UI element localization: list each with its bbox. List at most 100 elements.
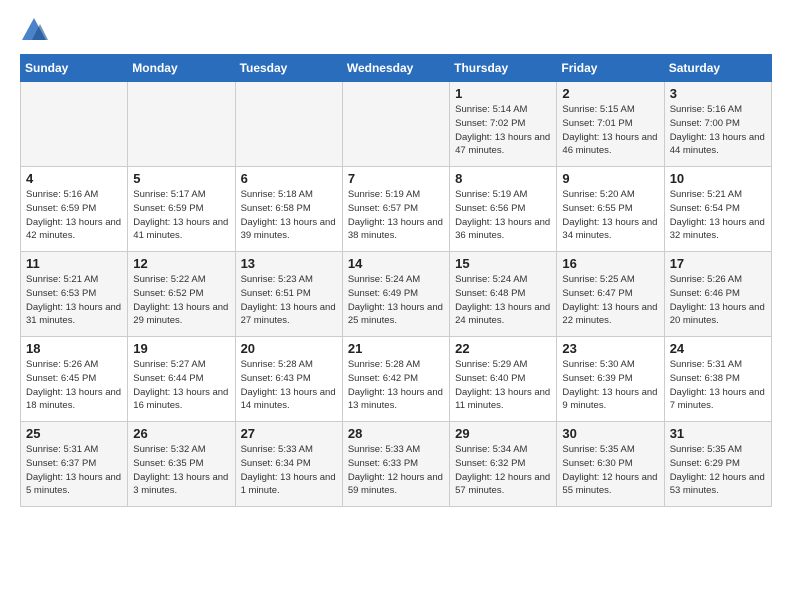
day-info: Sunrise: 5:33 AM Sunset: 6:33 PM Dayligh… [348, 443, 444, 498]
day-info: Sunrise: 5:30 AM Sunset: 6:39 PM Dayligh… [562, 358, 658, 413]
day-number: 30 [562, 426, 658, 441]
day-number: 23 [562, 341, 658, 356]
calendar-cell: 11 Sunrise: 5:21 AM Sunset: 6:53 PM Dayli… [21, 252, 128, 337]
calendar-body: 1 Sunrise: 5:14 AM Sunset: 7:02 PM Daylig… [21, 82, 772, 507]
day-info: Sunrise: 5:19 AM Sunset: 6:56 PM Dayligh… [455, 188, 551, 243]
calendar-cell: 16 Sunrise: 5:25 AM Sunset: 6:47 PM Dayli… [557, 252, 664, 337]
day-info: Sunrise: 5:19 AM Sunset: 6:57 PM Dayligh… [348, 188, 444, 243]
calendar-cell: 13 Sunrise: 5:23 AM Sunset: 6:51 PM Dayli… [235, 252, 342, 337]
day-info: Sunrise: 5:35 AM Sunset: 6:29 PM Dayligh… [670, 443, 766, 498]
calendar-cell: 22Sunrise: 5:29 AM Sunset: 6:40 PM Dayli… [450, 337, 557, 422]
calendar-cell: 18 Sunrise: 5:26 AM Sunset: 6:45 PM Dayli… [21, 337, 128, 422]
day-number: 20 [241, 341, 337, 356]
day-info: Sunrise: 5:23 AM Sunset: 6:51 PM Dayligh… [241, 273, 337, 328]
day-info: Sunrise: 5:28 AM Sunset: 6:43 PM Dayligh… [241, 358, 337, 413]
day-number: 1 [455, 86, 551, 101]
calendar-cell: 10 Sunrise: 5:21 AM Sunset: 6:54 PM Dayli… [664, 167, 771, 252]
day-info: Sunrise: 5:16 AM Sunset: 6:59 PM Dayligh… [26, 188, 122, 243]
day-number: 4 [26, 171, 122, 186]
day-info: Sunrise: 5:16 AM Sunset: 7:00 PM Dayligh… [670, 103, 766, 158]
day-number: 14 [348, 256, 444, 271]
day-info: Sunrise: 5:20 AM Sunset: 6:55 PM Dayligh… [562, 188, 658, 243]
day-info: Sunrise: 5:26 AM Sunset: 6:45 PM Dayligh… [26, 358, 122, 413]
day-info: Sunrise: 5:32 AM Sunset: 6:35 PM Dayligh… [133, 443, 229, 498]
day-number: 12 [133, 256, 229, 271]
day-number: 15 [455, 256, 551, 271]
calendar-cell [21, 82, 128, 167]
week-row-2: 4 Sunrise: 5:16 AM Sunset: 6:59 PM Daylig… [21, 167, 772, 252]
day-info: Sunrise: 5:21 AM Sunset: 6:53 PM Dayligh… [26, 273, 122, 328]
day-number: 3 [670, 86, 766, 101]
day-number: 5 [133, 171, 229, 186]
calendar-cell: 7 Sunrise: 5:19 AM Sunset: 6:57 PM Daylig… [342, 167, 449, 252]
calendar-cell: 29Sunrise: 5:34 AM Sunset: 6:32 PM Dayli… [450, 422, 557, 507]
day-number: 10 [670, 171, 766, 186]
day-number: 6 [241, 171, 337, 186]
day-number: 9 [562, 171, 658, 186]
calendar-cell: 30 Sunrise: 5:35 AM Sunset: 6:30 PM Dayli… [557, 422, 664, 507]
day-info: Sunrise: 5:28 AM Sunset: 6:42 PM Dayligh… [348, 358, 444, 413]
calendar-cell [235, 82, 342, 167]
calendar-cell: 20 Sunrise: 5:28 AM Sunset: 6:43 PM Dayli… [235, 337, 342, 422]
day-number: 29 [455, 426, 551, 441]
logo-icon [20, 16, 48, 44]
column-header-sunday: Sunday [21, 55, 128, 82]
day-info: Sunrise: 5:24 AM Sunset: 6:48 PM Dayligh… [455, 273, 551, 328]
week-row-5: 25 Sunrise: 5:31 AM Sunset: 6:37 PM Dayli… [21, 422, 772, 507]
day-info: Sunrise: 5:17 AM Sunset: 6:59 PM Dayligh… [133, 188, 229, 243]
day-info: Sunrise: 5:27 AM Sunset: 6:44 PM Dayligh… [133, 358, 229, 413]
column-header-monday: Monday [128, 55, 235, 82]
calendar-header: SundayMondayTuesdayWednesdayThursdayFrid… [21, 55, 772, 82]
calendar-cell: 31 Sunrise: 5:35 AM Sunset: 6:29 PM Dayli… [664, 422, 771, 507]
day-info: Sunrise: 5:21 AM Sunset: 6:54 PM Dayligh… [670, 188, 766, 243]
calendar-cell [128, 82, 235, 167]
calendar-cell: 24 Sunrise: 5:31 AM Sunset: 6:38 PM Dayli… [664, 337, 771, 422]
calendar-cell: 1 Sunrise: 5:14 AM Sunset: 7:02 PM Daylig… [450, 82, 557, 167]
day-number: 16 [562, 256, 658, 271]
calendar-cell [342, 82, 449, 167]
calendar-cell: 15 Sunrise: 5:24 AM Sunset: 6:48 PM Dayli… [450, 252, 557, 337]
day-number: 17 [670, 256, 766, 271]
day-info: Sunrise: 5:31 AM Sunset: 6:37 PM Dayligh… [26, 443, 122, 498]
column-header-wednesday: Wednesday [342, 55, 449, 82]
day-number: 11 [26, 256, 122, 271]
column-header-tuesday: Tuesday [235, 55, 342, 82]
day-number: 21 [348, 341, 444, 356]
column-header-saturday: Saturday [664, 55, 771, 82]
day-info: Sunrise: 5:25 AM Sunset: 6:47 PM Dayligh… [562, 273, 658, 328]
logo [20, 16, 52, 44]
day-number: 24 [670, 341, 766, 356]
calendar-cell: 3 Sunrise: 5:16 AM Sunset: 7:00 PM Daylig… [664, 82, 771, 167]
day-number: 18 [26, 341, 122, 356]
calendar-cell: 6Sunrise: 5:18 AM Sunset: 6:58 PM Daylig… [235, 167, 342, 252]
day-number: 13 [241, 256, 337, 271]
day-number: 19 [133, 341, 229, 356]
week-row-4: 18 Sunrise: 5:26 AM Sunset: 6:45 PM Dayli… [21, 337, 772, 422]
calendar-cell: 25 Sunrise: 5:31 AM Sunset: 6:37 PM Dayli… [21, 422, 128, 507]
calendar-cell: 21 Sunrise: 5:28 AM Sunset: 6:42 PM Dayli… [342, 337, 449, 422]
calendar-table: SundayMondayTuesdayWednesdayThursdayFrid… [20, 54, 772, 507]
day-info: Sunrise: 5:26 AM Sunset: 6:46 PM Dayligh… [670, 273, 766, 328]
day-number: 26 [133, 426, 229, 441]
day-info: Sunrise: 5:31 AM Sunset: 6:38 PM Dayligh… [670, 358, 766, 413]
calendar-cell: 14Sunrise: 5:24 AM Sunset: 6:49 PM Dayli… [342, 252, 449, 337]
day-info: Sunrise: 5:22 AM Sunset: 6:52 PM Dayligh… [133, 273, 229, 328]
day-info: Sunrise: 5:33 AM Sunset: 6:34 PM Dayligh… [241, 443, 337, 498]
calendar-cell: 5 Sunrise: 5:17 AM Sunset: 6:59 PM Daylig… [128, 167, 235, 252]
day-number: 31 [670, 426, 766, 441]
calendar-cell: 2Sunrise: 5:15 AM Sunset: 7:01 PM Daylig… [557, 82, 664, 167]
calendar-cell: 8 Sunrise: 5:19 AM Sunset: 6:56 PM Daylig… [450, 167, 557, 252]
day-info: Sunrise: 5:14 AM Sunset: 7:02 PM Dayligh… [455, 103, 551, 158]
column-header-thursday: Thursday [450, 55, 557, 82]
column-header-friday: Friday [557, 55, 664, 82]
day-number: 8 [455, 171, 551, 186]
calendar-cell: 26 Sunrise: 5:32 AM Sunset: 6:35 PM Dayli… [128, 422, 235, 507]
day-number: 7 [348, 171, 444, 186]
day-info: Sunrise: 5:15 AM Sunset: 7:01 PM Dayligh… [562, 103, 658, 158]
day-number: 25 [26, 426, 122, 441]
calendar-cell: 23 Sunrise: 5:30 AM Sunset: 6:39 PM Dayli… [557, 337, 664, 422]
calendar-cell: 12 Sunrise: 5:22 AM Sunset: 6:52 PM Dayli… [128, 252, 235, 337]
day-info: Sunrise: 5:35 AM Sunset: 6:30 PM Dayligh… [562, 443, 658, 498]
calendar-cell: 4 Sunrise: 5:16 AM Sunset: 6:59 PM Daylig… [21, 167, 128, 252]
day-number: 28 [348, 426, 444, 441]
